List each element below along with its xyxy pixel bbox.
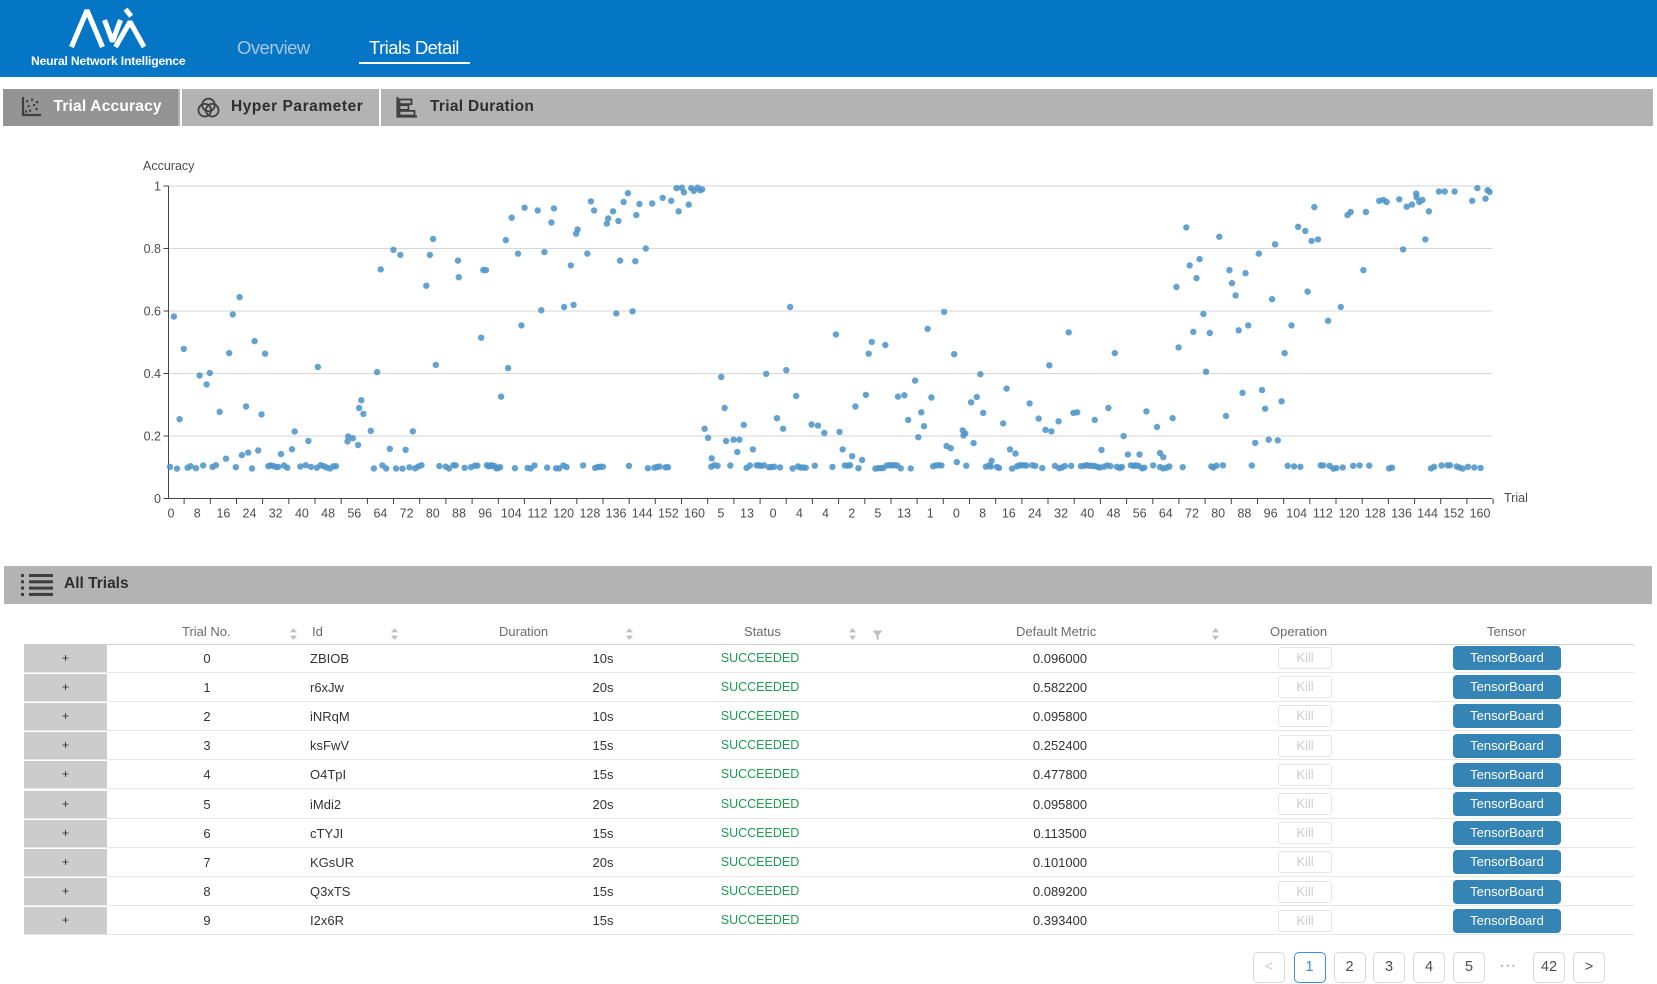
svg-text:2: 2 bbox=[848, 507, 855, 521]
svg-text:32: 32 bbox=[1054, 507, 1068, 521]
svg-text:112: 112 bbox=[528, 507, 548, 521]
svg-text:160: 160 bbox=[1470, 507, 1491, 521]
svg-text:104: 104 bbox=[501, 507, 522, 521]
svg-text:40: 40 bbox=[295, 507, 309, 521]
svg-text:16: 16 bbox=[216, 507, 230, 521]
svg-text:0.6: 0.6 bbox=[144, 305, 161, 319]
svg-text:13: 13 bbox=[740, 507, 754, 521]
svg-text:136: 136 bbox=[606, 507, 627, 521]
svg-text:80: 80 bbox=[426, 507, 440, 521]
svg-text:0: 0 bbox=[154, 492, 161, 506]
svg-text:8: 8 bbox=[979, 507, 986, 521]
svg-text:0.8: 0.8 bbox=[144, 242, 161, 256]
svg-text:64: 64 bbox=[373, 507, 387, 521]
svg-text:Accuracy: Accuracy bbox=[143, 159, 195, 173]
svg-text:128: 128 bbox=[1365, 507, 1386, 521]
svg-text:48: 48 bbox=[1107, 507, 1121, 521]
svg-text:80: 80 bbox=[1211, 507, 1225, 521]
svg-text:Trial: Trial bbox=[1504, 491, 1528, 505]
svg-text:128: 128 bbox=[579, 507, 600, 521]
svg-text:72: 72 bbox=[1185, 507, 1199, 521]
svg-text:56: 56 bbox=[347, 507, 361, 521]
svg-text:152: 152 bbox=[1443, 507, 1464, 521]
svg-text:144: 144 bbox=[632, 507, 653, 521]
svg-text:8: 8 bbox=[194, 507, 201, 521]
svg-text:24: 24 bbox=[243, 507, 257, 521]
svg-text:1: 1 bbox=[154, 180, 161, 194]
svg-text:0.2: 0.2 bbox=[144, 430, 161, 444]
svg-text:120: 120 bbox=[1339, 507, 1360, 521]
svg-text:0: 0 bbox=[770, 507, 777, 521]
svg-text:0: 0 bbox=[953, 507, 960, 521]
svg-text:88: 88 bbox=[452, 507, 466, 521]
svg-text:112: 112 bbox=[1313, 507, 1333, 521]
svg-text:96: 96 bbox=[478, 507, 492, 521]
svg-text:120: 120 bbox=[553, 507, 574, 521]
svg-text:72: 72 bbox=[400, 507, 414, 521]
svg-text:56: 56 bbox=[1133, 507, 1147, 521]
svg-text:160: 160 bbox=[684, 507, 705, 521]
svg-text:4: 4 bbox=[796, 507, 803, 521]
svg-text:16: 16 bbox=[1002, 507, 1016, 521]
svg-text:136: 136 bbox=[1391, 507, 1412, 521]
svg-text:40: 40 bbox=[1080, 507, 1094, 521]
svg-text:88: 88 bbox=[1237, 507, 1251, 521]
svg-text:104: 104 bbox=[1286, 507, 1307, 521]
svg-text:24: 24 bbox=[1028, 507, 1042, 521]
svg-text:144: 144 bbox=[1417, 507, 1438, 521]
svg-text:48: 48 bbox=[321, 507, 335, 521]
svg-text:4: 4 bbox=[822, 507, 829, 521]
svg-text:64: 64 bbox=[1159, 507, 1173, 521]
svg-text:5: 5 bbox=[874, 507, 881, 521]
svg-text:96: 96 bbox=[1264, 507, 1278, 521]
svg-text:32: 32 bbox=[269, 507, 283, 521]
svg-text:0: 0 bbox=[168, 507, 175, 521]
svg-text:13: 13 bbox=[897, 507, 911, 521]
svg-text:5: 5 bbox=[717, 507, 724, 521]
svg-text:0.4: 0.4 bbox=[144, 367, 161, 381]
svg-text:152: 152 bbox=[658, 507, 679, 521]
svg-text:1: 1 bbox=[927, 507, 934, 521]
